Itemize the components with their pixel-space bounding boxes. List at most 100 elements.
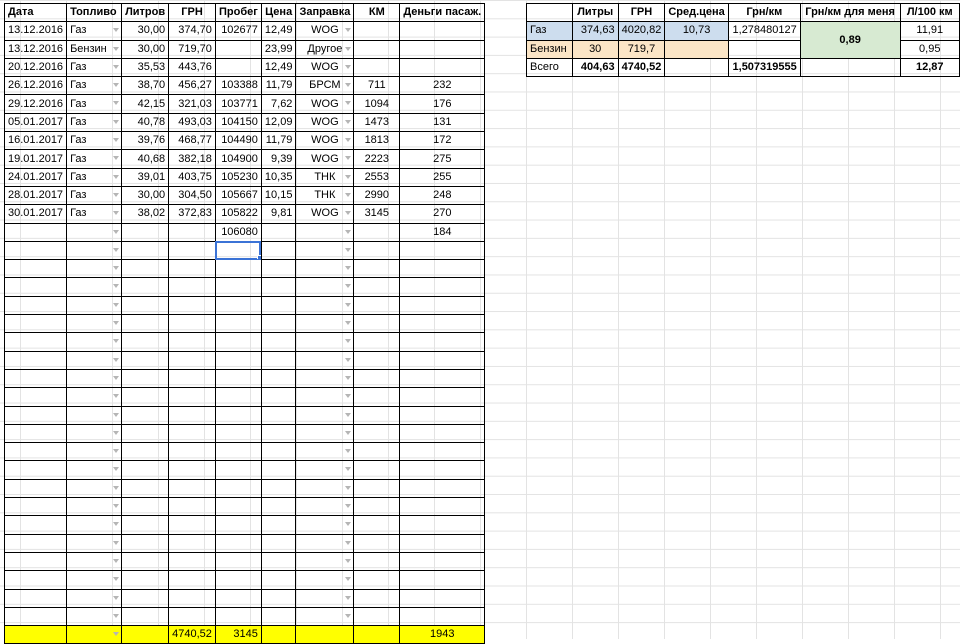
cell-uah[interactable] (168, 332, 216, 352)
cell-station[interactable] (295, 295, 355, 316)
cell-km[interactable] (353, 350, 401, 370)
cell-passenger-money[interactable] (399, 460, 486, 480)
cell-passenger-money[interactable] (399, 442, 486, 462)
cell-date[interactable]: 30.01.2017 (3, 204, 68, 224)
cell-liters[interactable] (121, 497, 170, 517)
summary-header-cell[interactable]: Литры (571, 2, 619, 23)
cell-price[interactable] (260, 387, 297, 407)
cell-mileage[interactable]: 102677 (214, 21, 262, 41)
cell-km[interactable] (353, 332, 401, 352)
cell-station[interactable] (295, 515, 355, 535)
cell-km[interactable]: 2990 (353, 185, 401, 206)
summary-header-cell[interactable]: Сред.цена (664, 2, 729, 23)
cell-date[interactable]: 13.12.2016 (3, 21, 68, 41)
summary-gas-label[interactable]: Газ (526, 21, 573, 41)
cell-station[interactable] (295, 332, 355, 352)
cell-mileage[interactable] (214, 314, 262, 334)
header-cell-price[interactable]: Цена (260, 2, 297, 23)
cell-uah[interactable] (168, 405, 216, 425)
cell-price[interactable]: 9,39 (260, 149, 297, 169)
cell-liters[interactable]: 40,78 (121, 112, 170, 133)
cell-date[interactable] (3, 405, 68, 425)
cell-km[interactable] (353, 387, 401, 407)
dropdown-arrow-icon[interactable] (113, 485, 120, 490)
cell-station[interactable] (295, 350, 355, 370)
summary-petrol-l-per-100[interactable]: 0,95 (899, 39, 960, 59)
summary-header-cell[interactable]: Грн/км для меня (799, 2, 901, 23)
cell-date[interactable] (3, 240, 68, 261)
summary-header-cell[interactable] (526, 2, 573, 23)
dropdown-arrow-icon[interactable] (113, 540, 120, 545)
cell-km[interactable]: 1094 (353, 94, 401, 114)
dropdown-arrow-icon[interactable] (113, 138, 120, 143)
cell-liters[interactable]: 30,00 (121, 21, 170, 41)
cell-km[interactable] (353, 222, 401, 242)
cell-date[interactable] (3, 350, 68, 370)
cell-liters[interactable] (121, 314, 170, 334)
cell-liters[interactable] (121, 515, 170, 535)
cell-date[interactable] (3, 259, 68, 279)
cell-fuel[interactable] (66, 478, 123, 499)
cell-liters[interactable] (121, 368, 170, 389)
summary-total-l-per-100[interactable]: 12,87 (899, 57, 960, 78)
cell-uah[interactable]: 403,75 (168, 167, 216, 187)
cell-fuel[interactable] (66, 625, 123, 644)
cell-km[interactable] (353, 405, 401, 425)
cell-mileage[interactable] (214, 588, 262, 608)
cell-km[interactable] (353, 295, 401, 316)
summary-uah-per-km-me[interactable]: 0,89 (799, 21, 901, 59)
cell-passenger-money[interactable] (399, 240, 486, 261)
cell-km[interactable] (353, 259, 401, 279)
cell-mileage[interactable] (214, 387, 262, 407)
cell-passenger-money[interactable] (399, 606, 486, 627)
cell-fuel[interactable] (66, 387, 123, 407)
cell-fuel[interactable] (66, 240, 123, 261)
cell-km[interactable] (353, 442, 401, 462)
cell-station[interactable]: WOG (295, 149, 355, 169)
cell-liters[interactable] (121, 332, 170, 352)
cell-date[interactable] (3, 570, 68, 590)
cell-km[interactable]: 1813 (353, 131, 401, 151)
summary-gas-uah[interactable]: 4020,82 (617, 21, 666, 41)
cell-station[interactable] (295, 606, 355, 627)
cell-liters[interactable]: 35,53 (121, 57, 170, 78)
dropdown-arrow-icon[interactable] (345, 211, 352, 216)
dropdown-arrow-icon[interactable] (345, 339, 352, 344)
cell-mileage[interactable] (214, 460, 262, 480)
cell-uah[interactable]: 493,03 (168, 112, 216, 133)
cell-price[interactable]: 10,35 (260, 167, 297, 187)
dropdown-arrow-icon[interactable] (113, 266, 120, 271)
cell-liters[interactable] (121, 350, 170, 370)
cell-station[interactable] (295, 387, 355, 407)
dropdown-arrow-icon[interactable] (345, 192, 352, 197)
cell-passenger-money[interactable] (399, 387, 486, 407)
cell-station[interactable] (295, 442, 355, 462)
cell-mileage[interactable]: 105667 (214, 185, 262, 206)
cell-fuel[interactable]: Газ (66, 185, 123, 206)
cell-liters[interactable]: 30,00 (121, 39, 170, 59)
cell-mileage[interactable] (214, 533, 262, 553)
cell-passenger-money[interactable] (399, 368, 486, 389)
cell-passenger-money[interactable]: 131 (399, 112, 486, 133)
cell-fuel[interactable]: Газ (66, 94, 123, 114)
cell-mileage[interactable] (214, 39, 262, 59)
dropdown-arrow-icon[interactable] (113, 156, 120, 161)
cell-mileage[interactable]: 103771 (214, 94, 262, 114)
summary-total-uah[interactable]: 4740,52 (617, 57, 666, 78)
cell-liters[interactable]: 39,01 (121, 167, 170, 187)
cell-station[interactable]: ТНК (295, 167, 355, 187)
cell-station[interactable]: БРСМ (295, 76, 355, 96)
cell-price[interactable]: 12,09 (260, 112, 297, 133)
dropdown-arrow-icon[interactable] (345, 83, 352, 88)
cell-fuel[interactable] (66, 442, 123, 462)
cell-km[interactable] (353, 533, 401, 553)
cell-uah[interactable]: 321,03 (168, 94, 216, 114)
dropdown-arrow-icon[interactable] (113, 595, 120, 600)
cell-date[interactable]: 28.01.2017 (3, 185, 68, 206)
cell-price[interactable] (260, 314, 297, 334)
cell-price[interactable] (260, 295, 297, 316)
cell-fuel[interactable]: Газ (66, 21, 123, 41)
cell-price[interactable] (260, 350, 297, 370)
cell-passenger-money[interactable] (399, 478, 486, 499)
cell-fuel[interactable] (66, 515, 123, 535)
